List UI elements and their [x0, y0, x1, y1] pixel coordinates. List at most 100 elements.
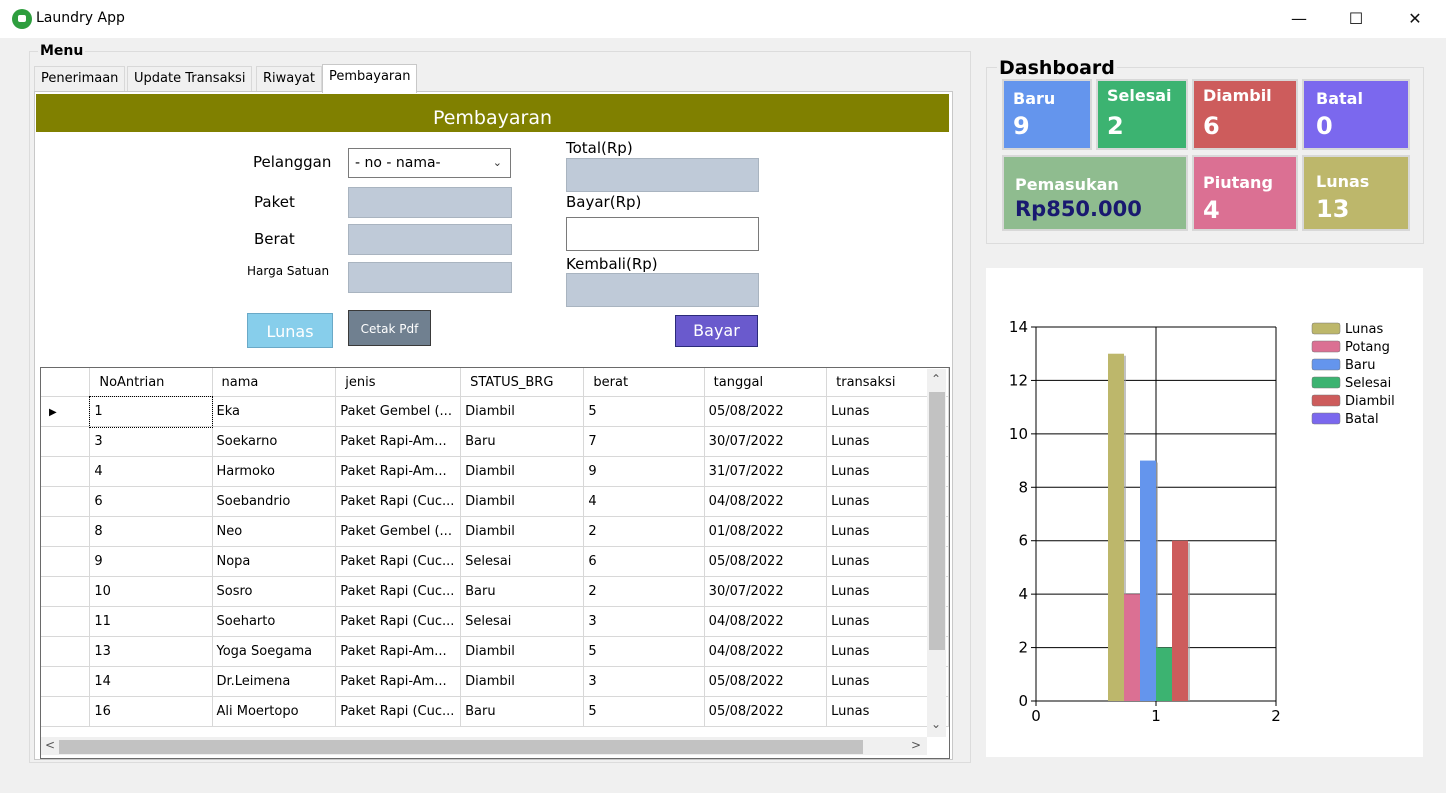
table-row[interactable]: 16 Ali Moertopo Paket Rapi (Cuc... Baru 5 05/… [41, 696, 949, 727]
grid-cell[interactable]: 3 [583, 666, 705, 697]
grid-cell[interactable]: Baru [460, 696, 585, 727]
grid-cell[interactable]: 04/08/2022 [704, 486, 828, 517]
table-row[interactable]: 10 Sosro Paket Rapi (Cuc... Baru 2 30/07/2022… [41, 576, 949, 607]
grid-cell[interactable]: Neo [212, 516, 337, 547]
column-header[interactable]: STATUS_BRG [460, 368, 585, 397]
grid-cell[interactable]: 04/08/2022 [704, 606, 828, 637]
grid-cell[interactable]: 14 [89, 666, 213, 697]
table-row[interactable]: 6 Soebandrio Paket Rapi (Cuc... Diambil 4 04/… [41, 486, 949, 517]
grid-cell[interactable]: 9 [89, 546, 213, 577]
grid-cell[interactable]: 6 [89, 486, 213, 517]
grid-cell[interactable]: Diambil [460, 636, 585, 667]
grid-cell[interactable]: 4 [89, 456, 213, 487]
close-button[interactable]: ✕ [1392, 0, 1438, 38]
grid-cell[interactable]: 6 [583, 546, 705, 577]
berat-field[interactable] [348, 224, 512, 255]
horizontal-scroll-thumb[interactable] [59, 740, 863, 754]
bayar-input[interactable] [566, 217, 759, 251]
column-header[interactable]: berat [583, 368, 705, 397]
grid-cell[interactable]: Paket Rapi-Am... [335, 666, 462, 697]
grid-cell[interactable]: Baru [460, 426, 585, 457]
row-header[interactable] [41, 546, 91, 577]
grid-cell[interactable]: 05/08/2022 [704, 696, 828, 727]
bayar-button[interactable]: Bayar [675, 315, 758, 347]
grid-cell[interactable]: Diambil [460, 666, 585, 697]
row-header[interactable] [41, 426, 91, 457]
grid-cell[interactable]: Soebandrio [212, 486, 337, 517]
grid-cell[interactable]: Paket Rapi (Cuc... [335, 546, 462, 577]
table-row[interactable]: 8 Neo Paket Gembel (... Diambil 2 01/08/2022 L… [41, 516, 949, 547]
row-header[interactable] [41, 606, 91, 637]
grid-cell[interactable]: Sosro [212, 576, 337, 607]
row-header[interactable] [41, 636, 91, 667]
grid-cell[interactable]: Eka [212, 396, 337, 427]
grid-cell[interactable]: 4 [583, 486, 705, 517]
grid-cell[interactable]: 5 [583, 696, 705, 727]
grid-cell[interactable]: Paket Rapi (Cuc... [335, 606, 462, 637]
column-header[interactable]: NoAntrian [89, 368, 213, 397]
grid-cell[interactable]: 9 [583, 456, 705, 487]
total-field[interactable] [566, 158, 759, 192]
grid-cell[interactable]: 11 [89, 606, 213, 637]
scroll-left-icon[interactable]: < [45, 738, 55, 752]
grid-cell[interactable]: 5 [583, 636, 705, 667]
column-header[interactable]: tanggal [704, 368, 828, 397]
grid-cell[interactable]: Paket Rapi (Cuc... [335, 486, 462, 517]
grid-cell[interactable]: Paket Rapi (Cuc... [335, 576, 462, 607]
tab-pembayaran[interactable]: Pembayaran [322, 64, 418, 93]
grid-cell[interactable]: 2 [583, 516, 705, 547]
lunas-button[interactable]: Lunas [247, 313, 333, 348]
grid-cell[interactable]: 5 [583, 396, 705, 427]
table-row[interactable]: 13 Yoga Soegama Paket Rapi-Am... Diambil 5 04… [41, 636, 949, 667]
column-header[interactable]: jenis [335, 368, 462, 397]
tab-penerimaan[interactable]: Penerimaan [34, 66, 126, 91]
grid-cell[interactable]: 10 [89, 576, 213, 607]
transaksi-grid[interactable]: NoAntrian nama jenis STATUS_BRG berat tanggal… [40, 367, 950, 759]
grid-cell[interactable]: Yoga Soegama [212, 636, 337, 667]
grid-cell[interactable]: Baru [460, 576, 585, 607]
scroll-down-icon[interactable]: ⌄ [931, 717, 941, 731]
grid-cell[interactable]: 30/07/2022 [704, 426, 828, 457]
grid-cell[interactable]: Diambil [460, 456, 585, 487]
minimize-button[interactable]: — [1276, 0, 1322, 38]
row-header[interactable] [41, 666, 91, 697]
grid-cell[interactable]: Selesai [460, 606, 585, 637]
grid-cell[interactable]: Diambil [460, 396, 585, 427]
grid-cell[interactable]: 31/07/2022 [704, 456, 828, 487]
grid-cell[interactable]: Harmoko [212, 456, 337, 487]
row-header[interactable] [41, 486, 91, 517]
grid-cell[interactable]: Paket Rapi-Am... [335, 426, 462, 457]
tab-riwayat[interactable]: Riwayat [256, 66, 322, 91]
grid-cell[interactable]: 1 [88, 395, 214, 428]
table-row[interactable]: 11 Soeharto Paket Rapi (Cuc... Selesai 3 04/0… [41, 606, 949, 637]
grid-cell[interactable]: 16 [89, 696, 213, 727]
grid-cell[interactable]: Ali Moertopo [212, 696, 337, 727]
grid-cell[interactable]: 30/07/2022 [704, 576, 828, 607]
grid-cell[interactable]: 3 [583, 606, 705, 637]
grid-cell[interactable]: Soekarno [212, 426, 337, 457]
grid-cell[interactable]: 04/08/2022 [704, 636, 828, 667]
grid-cell[interactable]: Soeharto [212, 606, 337, 637]
grid-cell[interactable]: 05/08/2022 [704, 396, 828, 427]
grid-cell[interactable]: Diambil [460, 486, 585, 517]
grid-cell[interactable]: Nopa [212, 546, 337, 577]
grid-cell[interactable]: Paket Gembel (... [335, 516, 462, 547]
paket-field[interactable] [348, 187, 512, 218]
grid-cell[interactable]: 2 [583, 576, 705, 607]
grid-cell[interactable]: Paket Rapi-Am... [335, 456, 462, 487]
pelanggan-select[interactable]: - no - nama- ⌄ [348, 148, 511, 178]
harga-satuan-field[interactable] [348, 262, 512, 293]
grid-cell[interactable]: Paket Rapi (Cuc... [335, 696, 462, 727]
grid-cell[interactable]: Paket Rapi-Am... [335, 636, 462, 667]
row-header[interactable] [41, 456, 91, 487]
grid-cell[interactable]: Selesai [460, 546, 585, 577]
maximize-button[interactable]: ☐ [1333, 0, 1379, 38]
scroll-right-icon[interactable]: > [911, 738, 921, 752]
cetak-pdf-button[interactable]: Cetak Pdf [348, 310, 431, 346]
grid-cell[interactable]: 13 [89, 636, 213, 667]
grid-cell[interactable]: 05/08/2022 [704, 546, 828, 577]
column-header[interactable]: nama [212, 368, 337, 397]
row-header[interactable]: ▶ [41, 396, 91, 427]
table-row[interactable]: 4 Harmoko Paket Rapi-Am... Diambil 9 31/07/20… [41, 456, 949, 487]
scroll-up-icon[interactable]: ⌃ [931, 372, 941, 386]
